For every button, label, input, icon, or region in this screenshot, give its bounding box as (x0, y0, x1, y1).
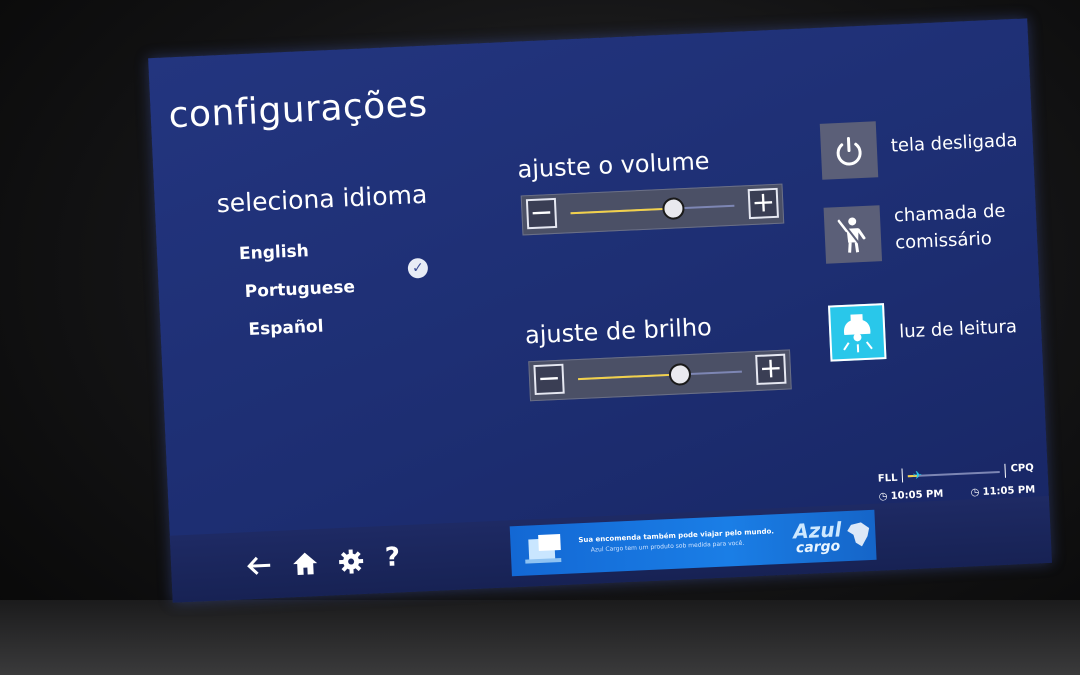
call-attendant-label-line2: comissário (894, 228, 993, 254)
selected-check-icon: ✓ (407, 257, 429, 279)
brightness-up-button[interactable]: + (755, 351, 787, 385)
brightness-down-button[interactable]: − (533, 361, 565, 396)
volume-track[interactable] (570, 197, 735, 221)
brightness-slider: − + (528, 349, 792, 402)
brightness-fill (578, 373, 680, 381)
ad-headline: Sua encomenda também pode viajar pelo mu… (578, 527, 775, 545)
volume-heading: ajuste o volume (516, 146, 711, 184)
seatback-frame (0, 600, 1080, 675)
home-icon (293, 552, 318, 575)
back-arrow-icon (247, 556, 271, 575)
destination-code: CPQ (1010, 462, 1035, 475)
origin-marker (901, 468, 904, 483)
power-icon (836, 137, 862, 166)
departure-clock-icon: ◷ (878, 491, 888, 503)
volume-down-button[interactable]: − (525, 195, 558, 230)
call-attendant-label: chamada de comissário (893, 198, 1007, 257)
volume-up-button[interactable]: + (747, 185, 779, 220)
language-option-espanol[interactable]: Español (248, 317, 324, 340)
gear-icon (339, 549, 364, 574)
brazil-map-icon (847, 522, 870, 547)
brightness-track[interactable] (578, 362, 742, 386)
route-track: ✈ (907, 469, 1000, 482)
reading-light-icon (843, 314, 873, 353)
ife-screen: configurações seleciona idioma English P… (148, 18, 1052, 603)
volume-knob[interactable] (662, 197, 686, 221)
reading-light-button[interactable] (828, 303, 887, 362)
help-button[interactable]: ? (384, 542, 417, 576)
flight-attendant-icon (837, 217, 867, 253)
volume-fill (570, 207, 674, 215)
volume-slider: − + (520, 183, 785, 236)
origin-code: FLL (877, 472, 898, 485)
brightness-knob[interactable] (668, 362, 692, 386)
destination-marker (1004, 463, 1007, 478)
language-heading: seleciona idioma (216, 179, 428, 219)
cargo-box-icon (525, 534, 562, 564)
ad-banner[interactable]: Sua encomenda também pode viajar pelo mu… (509, 509, 877, 577)
reading-light-label: luz de leitura (898, 316, 1018, 343)
ad-brand-cargo: cargo (795, 538, 841, 557)
settings-button[interactable] (334, 545, 367, 578)
brightness-heading: ajuste de brilho (524, 312, 713, 350)
airplane-icon: ✈ (912, 468, 923, 482)
home-button[interactable] (288, 547, 321, 580)
screen-off-label: tela desligada (890, 129, 1018, 157)
page-title: configurações (167, 83, 429, 137)
language-option-portuguese[interactable]: Portuguese (244, 277, 355, 302)
arrival-clock-icon: ◷ (970, 486, 980, 499)
language-option-english[interactable]: English (239, 241, 310, 264)
call-attendant-button[interactable] (823, 205, 883, 264)
back-button[interactable] (243, 549, 276, 582)
screen-off-button[interactable] (819, 121, 879, 180)
